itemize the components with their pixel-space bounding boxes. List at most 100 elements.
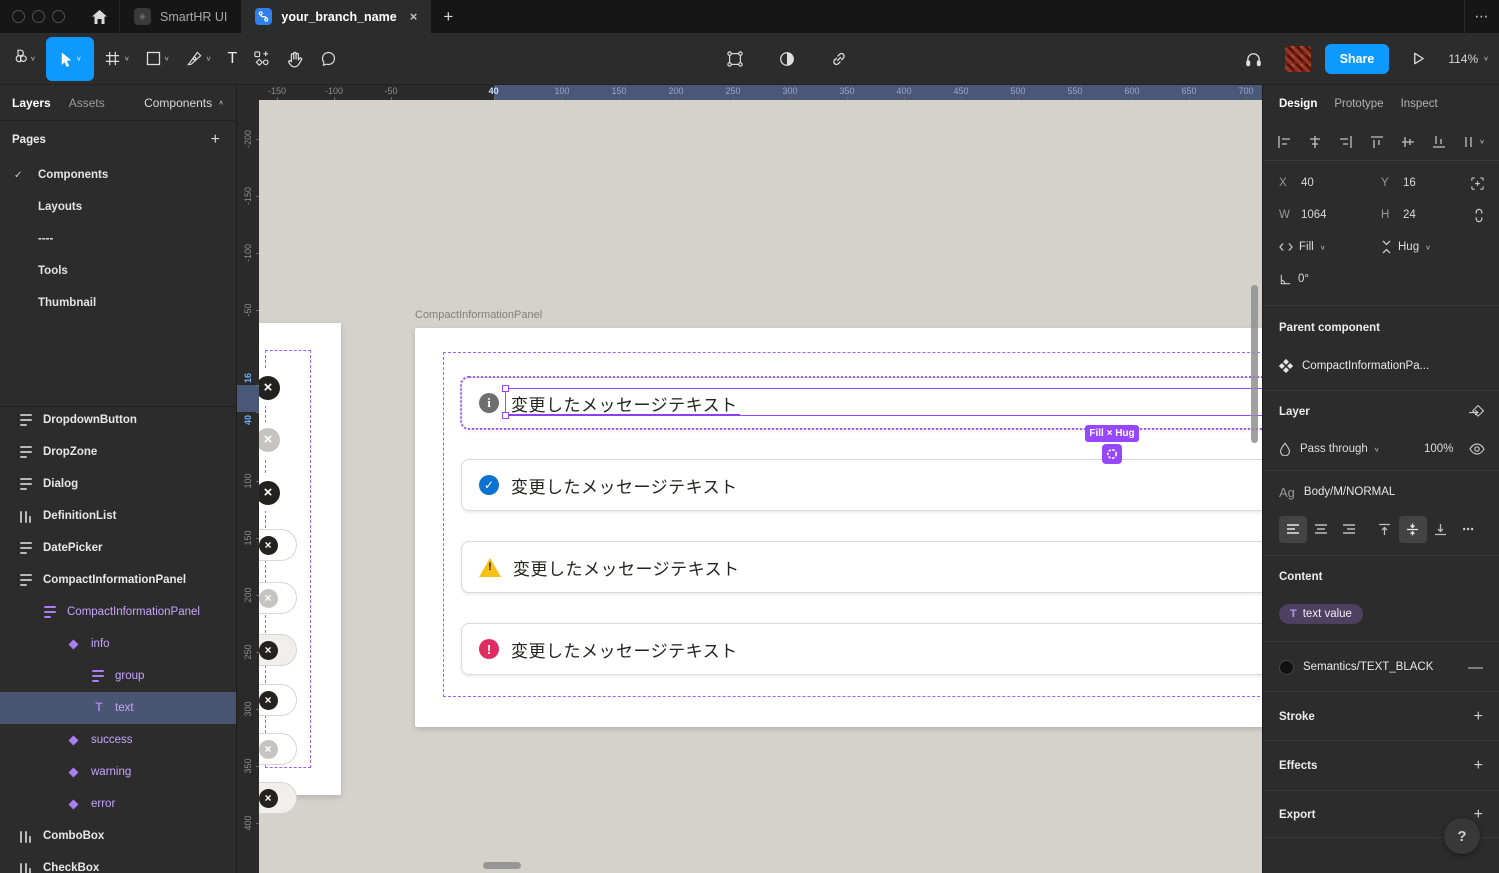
share-button[interactable]: Share — [1325, 44, 1390, 74]
close-button-pill[interactable]: × — [259, 529, 297, 561]
edit-object-button[interactable] — [718, 37, 752, 81]
flow-starting-point-button[interactable] — [1468, 405, 1485, 420]
tab-layers[interactable]: Layers — [12, 96, 51, 110]
canvas-vertical-scrollbar[interactable] — [1251, 285, 1258, 443]
page-item-----[interactable]: ---- — [0, 223, 236, 255]
layer-row-compactinformationpanel[interactable]: CompactInformationPanel — [0, 564, 237, 596]
tab-inspect[interactable]: Inspect — [1401, 98, 1438, 110]
text-align-right-button[interactable] — [1335, 516, 1363, 543]
page-item-components[interactable]: ✓Components — [0, 159, 236, 191]
close-button-pill[interactable]: × — [259, 582, 297, 614]
layer-row-info[interactable]: info — [0, 628, 237, 660]
alert-card-warning[interactable]: !変更したメッセージテキスト — [461, 541, 1262, 593]
layer-row-dropdownbutton[interactable]: DropdownButton — [0, 406, 237, 436]
close-button-pill[interactable]: × — [259, 684, 297, 716]
horizontal-resizing-dropdown[interactable]: Fill ∨ — [1279, 241, 1326, 253]
alert-card-error[interactable]: !変更したメッセージテキスト — [461, 623, 1262, 675]
add-page-button[interactable]: + — [211, 131, 224, 149]
canvas[interactable]: CompactInformationPanel i変更したメッセージテキスト✓変… — [259, 100, 1262, 873]
align-bottom-button[interactable] — [1432, 135, 1446, 149]
close-button-pill[interactable]: × — [259, 422, 297, 458]
distribute-button[interactable]: ∨ — [1463, 135, 1485, 149]
align-left-button[interactable] — [1277, 135, 1291, 149]
selection-handle[interactable] — [502, 385, 509, 392]
rotation-field[interactable]: 0° — [1279, 273, 1309, 286]
tab-design[interactable]: Design — [1279, 98, 1317, 110]
visibility-toggle[interactable] — [1469, 443, 1485, 455]
layer-row-error[interactable]: error — [0, 788, 237, 820]
layer-row-success[interactable]: success — [0, 724, 237, 756]
layer-row-datepicker[interactable]: DatePicker — [0, 532, 237, 564]
window-menu-button[interactable]: ⋯ — [1465, 8, 1499, 25]
page-item-layouts[interactable]: Layouts — [0, 191, 236, 223]
present-button[interactable] — [1403, 37, 1434, 81]
tab-assets[interactable]: Assets — [69, 96, 105, 110]
frame-label[interactable]: CompactInformationPanel — [415, 309, 542, 321]
w-value[interactable]: 1064 — [1301, 209, 1373, 221]
align-right-button[interactable] — [1339, 135, 1353, 149]
text-tool[interactable]: T — [219, 37, 245, 81]
window-minimize-button[interactable] — [32, 10, 45, 23]
close-button-pill[interactable]: × — [259, 782, 297, 814]
align-h-center-button[interactable] — [1308, 135, 1322, 149]
layer-row-combobox[interactable]: ComboBox — [0, 820, 237, 852]
add-export-button[interactable]: + — [1474, 806, 1483, 824]
main-menu-button[interactable]: ∨ — [6, 37, 44, 81]
window-zoom-button[interactable] — [52, 10, 65, 23]
align-v-center-button[interactable] — [1401, 135, 1415, 149]
text-align-center-button[interactable] — [1307, 516, 1335, 543]
comment-tool[interactable] — [312, 37, 345, 81]
tab-your-branch-name[interactable]: your_branch_name × — [241, 0, 431, 33]
h-value[interactable]: 24 — [1403, 209, 1475, 221]
layer-row-checkbox[interactable]: CheckBox — [0, 852, 237, 873]
zoom-menu[interactable]: 114% ∨ — [1448, 52, 1489, 66]
user-avatar[interactable] — [1285, 46, 1311, 72]
layer-row-dropzone[interactable]: DropZone — [0, 436, 237, 468]
home-button[interactable] — [79, 0, 119, 33]
shape-tool[interactable]: ∨ — [138, 37, 178, 81]
hand-tool[interactable] — [278, 37, 312, 81]
close-button-pill[interactable]: × — [259, 634, 297, 666]
close-button-pill[interactable]: × — [259, 475, 297, 511]
remove-fill-button[interactable]: — — [1468, 659, 1483, 676]
tab-close-button[interactable]: × — [410, 9, 418, 24]
vertical-resizing-dropdown[interactable]: Hug ∨ — [1381, 240, 1431, 254]
text-valign-top-button[interactable] — [1371, 516, 1399, 543]
new-tab-button[interactable]: + — [431, 7, 465, 27]
text-align-left-button[interactable] — [1279, 516, 1307, 543]
opacity-value[interactable]: 100% — [1424, 443, 1453, 455]
blend-mode-dropdown[interactable]: Pass through ∨ — [1300, 443, 1380, 455]
close-button-pill[interactable]: × — [259, 370, 297, 406]
auto-layout-chip[interactable] — [1102, 444, 1122, 464]
layer-row-text[interactable]: Ttext — [0, 692, 237, 724]
window-close-button[interactable] — [12, 10, 25, 23]
constrain-proportions-button[interactable] — [1473, 208, 1485, 223]
mask-button[interactable] — [770, 37, 804, 81]
alert-card-success[interactable]: ✓変更したメッセージテキスト — [461, 459, 1262, 511]
independent-corners-button[interactable] — [1470, 176, 1485, 191]
layer-row-group[interactable]: group — [0, 660, 237, 692]
fill-color-swatch[interactable] — [1279, 660, 1294, 675]
layer-row-compactinformationpanel[interactable]: CompactInformationPanel — [0, 596, 237, 628]
x-value[interactable]: 40 — [1301, 177, 1373, 189]
page-item-thumbnail[interactable]: Thumbnail — [0, 287, 236, 319]
canvas-horizontal-scrollbar[interactable] — [483, 862, 521, 869]
align-top-button[interactable] — [1370, 135, 1384, 149]
text-valign-middle-button[interactable] — [1399, 516, 1427, 543]
tab-prototype[interactable]: Prototype — [1334, 98, 1383, 110]
add-stroke-button[interactable]: + — [1474, 708, 1483, 726]
content-property-pill[interactable]: T text value — [1279, 604, 1363, 624]
close-button-pill[interactable]: × — [259, 733, 297, 765]
help-button[interactable]: ? — [1444, 818, 1480, 854]
y-value[interactable]: 16 — [1403, 177, 1475, 189]
text-style-row[interactable]: Ag Body/M/NORMAL — [1279, 471, 1483, 513]
tab-smarthr-ui[interactable]: ◈ SmartHR UI — [119, 0, 241, 33]
layer-row-definitionlist[interactable]: DefinitionList — [0, 500, 237, 532]
move-tool[interactable]: ∨ — [46, 37, 94, 81]
text-selection-box[interactable] — [505, 388, 1262, 416]
pen-tool[interactable]: ∨ — [178, 37, 220, 81]
add-effect-button[interactable]: + — [1474, 757, 1483, 775]
audio-button[interactable] — [1236, 37, 1271, 81]
fill-style-name[interactable]: Semantics/TEXT_BLACK — [1303, 661, 1433, 673]
resources-tool[interactable] — [245, 37, 278, 81]
